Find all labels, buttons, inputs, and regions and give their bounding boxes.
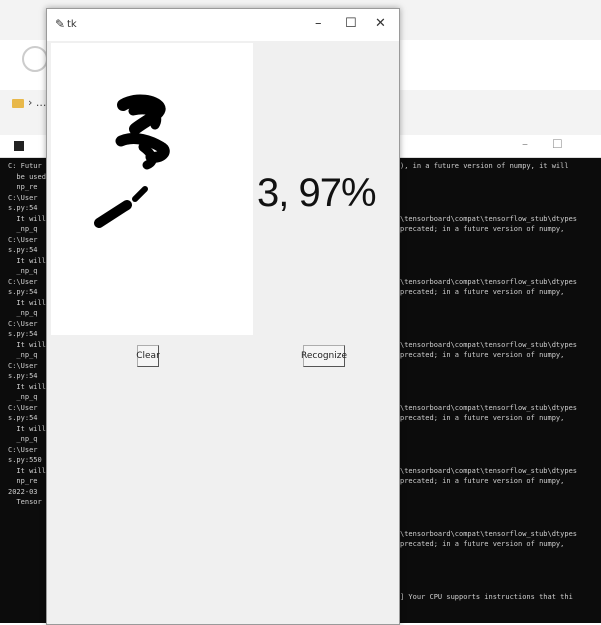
terminal-line-right [400,193,601,204]
terminal-line-right [400,550,601,561]
terminal-line-right [400,235,601,246]
terminal-line-right: \tensorboard\compat\tensorflow_stub\dtyp… [400,214,578,223]
terminal-line-right [400,581,601,592]
terminal-line-left: _np_q [8,435,38,443]
feather-icon: ✎ [55,17,66,31]
terminal-line-right [400,445,601,456]
explorer-breadcrumb[interactable]: › ... [12,96,46,109]
terminal-line-right: precated; in a future version of numpy, [400,288,565,296]
app-title: tk [67,19,77,30]
terminal-line-left: It will [8,340,46,349]
terminal-line-left: _np_q [8,267,38,275]
explorer-nav-icon[interactable] [22,46,48,72]
terminal-line-right [400,571,601,582]
terminal-line-left: C:\User [8,445,38,454]
terminal-line-left: s.py:54 [8,246,38,254]
terminal-line-right [400,497,601,508]
terminal-line-right: precated; in a future version of numpy, [400,225,565,233]
close-button[interactable]: ✕ [375,16,386,31]
terminal-line-right: \tensorboard\compat\tensorflow_stub\dtyp… [400,466,578,475]
terminal-line-left: C:\User [8,235,38,244]
terminal-line-right [400,298,601,309]
clear-button[interactable]: Clear [136,345,160,367]
terminal-line-right [400,329,601,340]
drawing-canvas[interactable] [51,43,253,335]
app-titlebar: ✎ tk – ☐ ✕ [47,9,399,41]
terminal-line-right [400,361,601,372]
terminal-line-right: precated; in a future version of numpy, [400,414,565,422]
terminal-output-left: C: Futur be used np_re C:\User s.py:54 It … [8,161,48,621]
terminal-line-right [400,308,601,319]
terminal-line-right [400,455,601,466]
terminal-line-left: s.py:54 [8,372,38,380]
terminal-line-right [400,424,601,435]
terminal-line-left: s.py:54 [8,330,38,338]
terminal-line-left: _np_q [8,225,38,233]
terminal-line-right [400,266,601,277]
terminal-line-right: \tensorboard\compat\tensorflow_stub\dtyp… [400,403,578,412]
terminal-line-right [400,392,601,403]
terminal-line-left: s.py:54 [8,288,38,296]
terminal-line-right: ] Your CPU supports instructions that th… [400,592,573,601]
terminal-line-left: _np_q [8,393,38,401]
folder-icon [12,98,24,108]
terminal-line-right: precated; in a future version of numpy, [400,477,565,485]
terminal-line-left: s.py:54 [8,414,38,422]
terminal-line-left: C: Futur [8,162,42,170]
terminal-line-right [400,434,601,445]
terminal-line-left: C:\User [8,403,38,412]
terminal-maximize-button[interactable]: ☐ [552,137,563,151]
terminal-line-left: C:\User [8,361,38,370]
terminal-line-left: It will [8,256,46,265]
terminal-line-left: C:\User [8,319,38,328]
terminal-line-right [400,245,601,256]
terminal-line-left: s.py:550 [8,456,42,464]
terminal-line-right: ), in a future version of numpy, it will [400,162,569,170]
recognize-button[interactable]: Recognize [301,345,347,367]
terminal-output-right: ), in a future version of numpy, it will… [400,161,601,621]
terminal-line-right: \tensorboard\compat\tensorflow_stub\dtyp… [400,277,578,286]
terminal-line-right: \tensorboard\compat\tensorflow_stub\dtyp… [400,340,578,349]
terminal-line-right [400,182,601,193]
terminal-line-right: precated; in a future version of numpy, [400,351,565,359]
terminal-line-left: It will [8,424,46,433]
handwritten-digit-drawing [94,94,170,228]
terminal-line-right: precated; in a future version of numpy, [400,540,565,548]
terminal-line-left: s.py:54 [8,204,38,212]
terminal-line-left: It will [8,382,46,391]
terminal-line-right [400,487,601,498]
terminal-icon [14,141,24,151]
terminal-line-left: It will [8,214,46,223]
minimize-button[interactable]: – [315,16,322,31]
terminal-line-left: _np_q [8,309,38,317]
maximize-button[interactable]: ☐ [345,16,357,31]
terminal-line-right: \tensorboard\compat\tensorflow_stub\dtyp… [400,529,578,538]
terminal-line-left: 2022-03 [8,487,38,496]
terminal-line-right [400,172,601,183]
terminal-line-left: np_re [8,183,38,191]
terminal-line-right [400,518,601,529]
terminal-line-right [400,371,601,382]
terminal-line-left: It will [8,466,46,475]
terminal-line-left: Tensor [8,498,42,506]
terminal-line-left: C:\User [8,193,38,202]
terminal-line-right [400,319,601,330]
terminal-line-right [400,560,601,571]
terminal-line-left: be used [8,172,46,181]
terminal-line-left: C:\User [8,277,38,286]
terminal-line-right [400,203,601,214]
terminal-minimize-button[interactable]: – [522,137,528,151]
terminal-line-left: np_re [8,477,38,485]
terminal-line-left: _np_q [8,351,38,359]
terminal-line-right [400,508,601,519]
terminal-line-right [400,256,601,267]
terminal-line-left: It will [8,298,46,307]
prediction-result: 3, 97% [257,171,377,215]
terminal-line-right [400,382,601,393]
tk-app-window: ✎ tk – ☐ ✕ 3, 97% Clear Recognize [46,8,400,625]
